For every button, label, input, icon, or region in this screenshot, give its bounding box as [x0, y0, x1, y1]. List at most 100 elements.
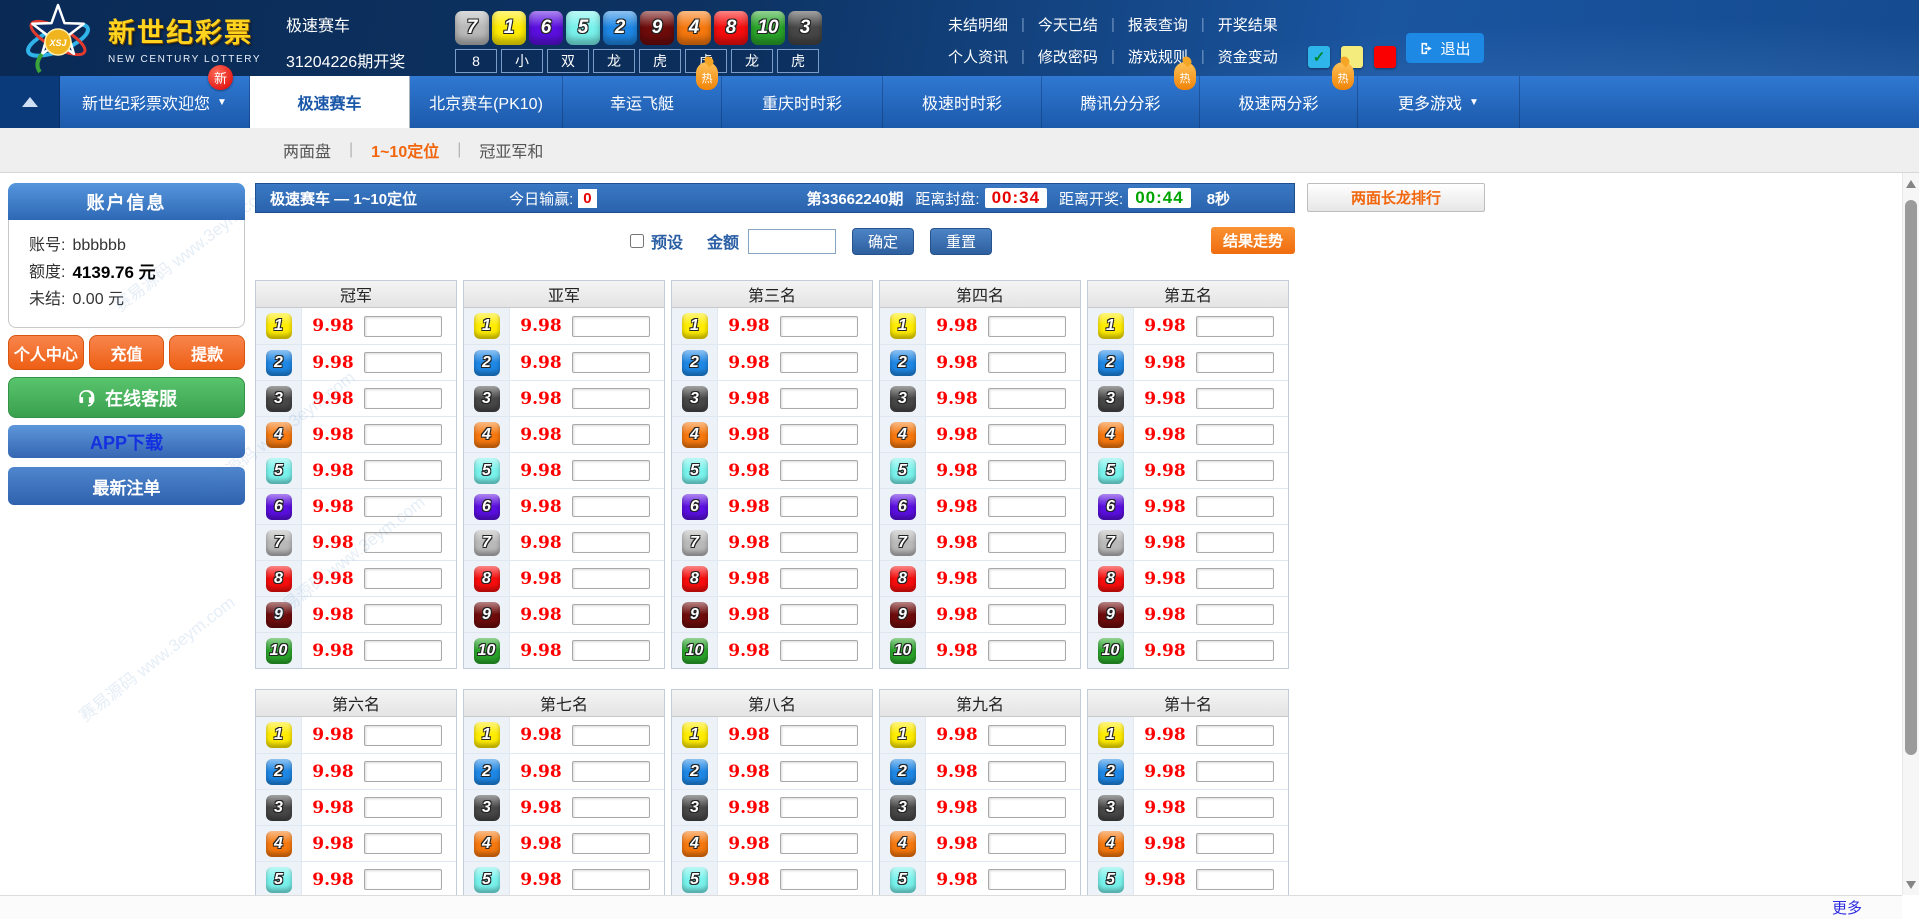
bet-amount-input[interactable] — [572, 833, 650, 854]
nav-collapse-button[interactable] — [0, 76, 60, 128]
header-link[interactable]: 未结明细 — [935, 14, 1021, 35]
online-service-button[interactable]: 在线客服 — [8, 377, 245, 418]
bet-amount-input[interactable] — [572, 496, 650, 517]
bet-amount-input[interactable] — [988, 496, 1066, 517]
bet-amount-input[interactable] — [572, 797, 650, 818]
nav-tab-2[interactable]: 北京赛车(PK10) — [410, 76, 563, 128]
nav-tab-0[interactable]: 新世纪彩票欢迎您▼新 — [60, 76, 250, 128]
header-logo[interactable]: XSJ 新世纪彩票 NEW CENTURY LOTTERY — [12, 2, 261, 74]
scrollbar[interactable] — [1902, 173, 1919, 895]
bet-amount-input[interactable] — [364, 568, 442, 589]
logout-button[interactable]: 退出 — [1406, 33, 1484, 63]
bet-amount-input[interactable] — [780, 316, 858, 337]
header-link[interactable]: 今天已结 — [1025, 14, 1111, 35]
bet-amount-input[interactable] — [780, 532, 858, 553]
bet-amount-input[interactable] — [780, 352, 858, 373]
header-link[interactable]: 修改密码 — [1025, 46, 1111, 67]
bet-amount-input[interactable] — [364, 797, 442, 818]
withdraw-button[interactable]: 提款 — [169, 335, 245, 370]
nav-tab-8[interactable]: 更多游戏▼ — [1358, 76, 1520, 128]
bet-amount-input[interactable] — [780, 833, 858, 854]
bet-amount-input[interactable] — [780, 460, 858, 481]
bet-amount-input[interactable] — [572, 352, 650, 373]
two-side-ranking-button[interactable]: 两面长龙排行 — [1307, 183, 1485, 212]
subnav-item-2[interactable]: 冠亚军和 — [479, 138, 543, 162]
bet-amount-input[interactable] — [364, 388, 442, 409]
bet-amount-input[interactable] — [1196, 640, 1274, 661]
bet-amount-input[interactable] — [988, 532, 1066, 553]
bet-amount-input[interactable] — [780, 388, 858, 409]
amount-input[interactable] — [748, 229, 836, 254]
bet-amount-input[interactable] — [988, 869, 1066, 890]
bet-amount-input[interactable] — [780, 797, 858, 818]
trend-button[interactable]: 结果走势 — [1211, 227, 1295, 254]
scroll-thumb[interactable] — [1905, 200, 1917, 755]
bet-amount-input[interactable] — [572, 424, 650, 445]
bet-amount-input[interactable] — [364, 460, 442, 481]
header-link[interactable]: 资金变动 — [1205, 46, 1291, 67]
nav-tab-7[interactable]: 极速两分彩热 — [1200, 76, 1358, 128]
bet-amount-input[interactable] — [780, 869, 858, 890]
bet-amount-input[interactable] — [780, 568, 858, 589]
bet-amount-input[interactable] — [780, 604, 858, 625]
bet-amount-input[interactable] — [988, 568, 1066, 589]
bet-amount-input[interactable] — [1196, 532, 1274, 553]
bet-amount-input[interactable] — [572, 725, 650, 746]
personal-center-button[interactable]: 个人中心 — [8, 335, 84, 370]
header-link[interactable]: 开奖结果 — [1205, 14, 1291, 35]
header-link[interactable]: 报表查询 — [1115, 14, 1201, 35]
bet-amount-input[interactable] — [572, 761, 650, 782]
bet-amount-input[interactable] — [364, 316, 442, 337]
bet-amount-input[interactable] — [1196, 725, 1274, 746]
nav-tab-5[interactable]: 极速时时彩 — [883, 76, 1042, 128]
reset-button[interactable]: 重置 — [930, 228, 992, 255]
latest-orders-button[interactable]: 最新注单 — [8, 467, 245, 505]
nav-tab-6[interactable]: 腾讯分分彩热 — [1042, 76, 1200, 128]
bet-amount-input[interactable] — [988, 460, 1066, 481]
bet-amount-input[interactable] — [364, 725, 442, 746]
bet-amount-input[interactable] — [988, 316, 1066, 337]
bet-amount-input[interactable] — [988, 761, 1066, 782]
bet-amount-input[interactable] — [988, 388, 1066, 409]
nav-tab-1[interactable]: 极速赛车 — [250, 76, 410, 128]
bet-amount-input[interactable] — [1196, 388, 1274, 409]
bet-amount-input[interactable] — [988, 352, 1066, 373]
bet-amount-input[interactable] — [988, 640, 1066, 661]
bet-amount-input[interactable] — [1196, 496, 1274, 517]
skin-swatch-red[interactable] — [1374, 46, 1396, 68]
bet-amount-input[interactable] — [780, 424, 858, 445]
bet-amount-input[interactable] — [572, 869, 650, 890]
header-link[interactable]: 个人资讯 — [935, 46, 1021, 67]
bet-amount-input[interactable] — [572, 604, 650, 625]
bet-amount-input[interactable] — [572, 568, 650, 589]
bet-amount-input[interactable] — [1196, 869, 1274, 890]
app-download-button[interactable]: APP下载 — [8, 425, 245, 458]
subnav-item-1[interactable]: 1~10定位 — [371, 138, 439, 162]
bet-amount-input[interactable] — [780, 725, 858, 746]
bet-amount-input[interactable] — [988, 833, 1066, 854]
deposit-button[interactable]: 充值 — [89, 335, 165, 370]
bet-amount-input[interactable] — [364, 640, 442, 661]
bet-amount-input[interactable] — [364, 424, 442, 445]
bet-amount-input[interactable] — [364, 604, 442, 625]
bet-amount-input[interactable] — [1196, 568, 1274, 589]
bet-amount-input[interactable] — [1196, 316, 1274, 337]
bet-amount-input[interactable] — [364, 869, 442, 890]
bet-amount-input[interactable] — [572, 460, 650, 481]
bet-amount-input[interactable] — [364, 532, 442, 553]
bet-amount-input[interactable] — [572, 388, 650, 409]
bet-amount-input[interactable] — [364, 496, 442, 517]
bet-amount-input[interactable] — [1196, 833, 1274, 854]
bet-amount-input[interactable] — [1196, 604, 1274, 625]
bet-amount-input[interactable] — [364, 352, 442, 373]
bet-amount-input[interactable] — [1196, 424, 1274, 445]
bet-amount-input[interactable] — [572, 316, 650, 337]
bet-amount-input[interactable] — [1196, 761, 1274, 782]
bet-amount-input[interactable] — [988, 424, 1066, 445]
subnav-item-0[interactable]: 两面盘 — [283, 138, 331, 162]
preset-checkbox[interactable] — [630, 234, 644, 248]
bet-amount-input[interactable] — [780, 640, 858, 661]
bet-amount-input[interactable] — [572, 532, 650, 553]
bet-amount-input[interactable] — [988, 604, 1066, 625]
bet-amount-input[interactable] — [1196, 460, 1274, 481]
